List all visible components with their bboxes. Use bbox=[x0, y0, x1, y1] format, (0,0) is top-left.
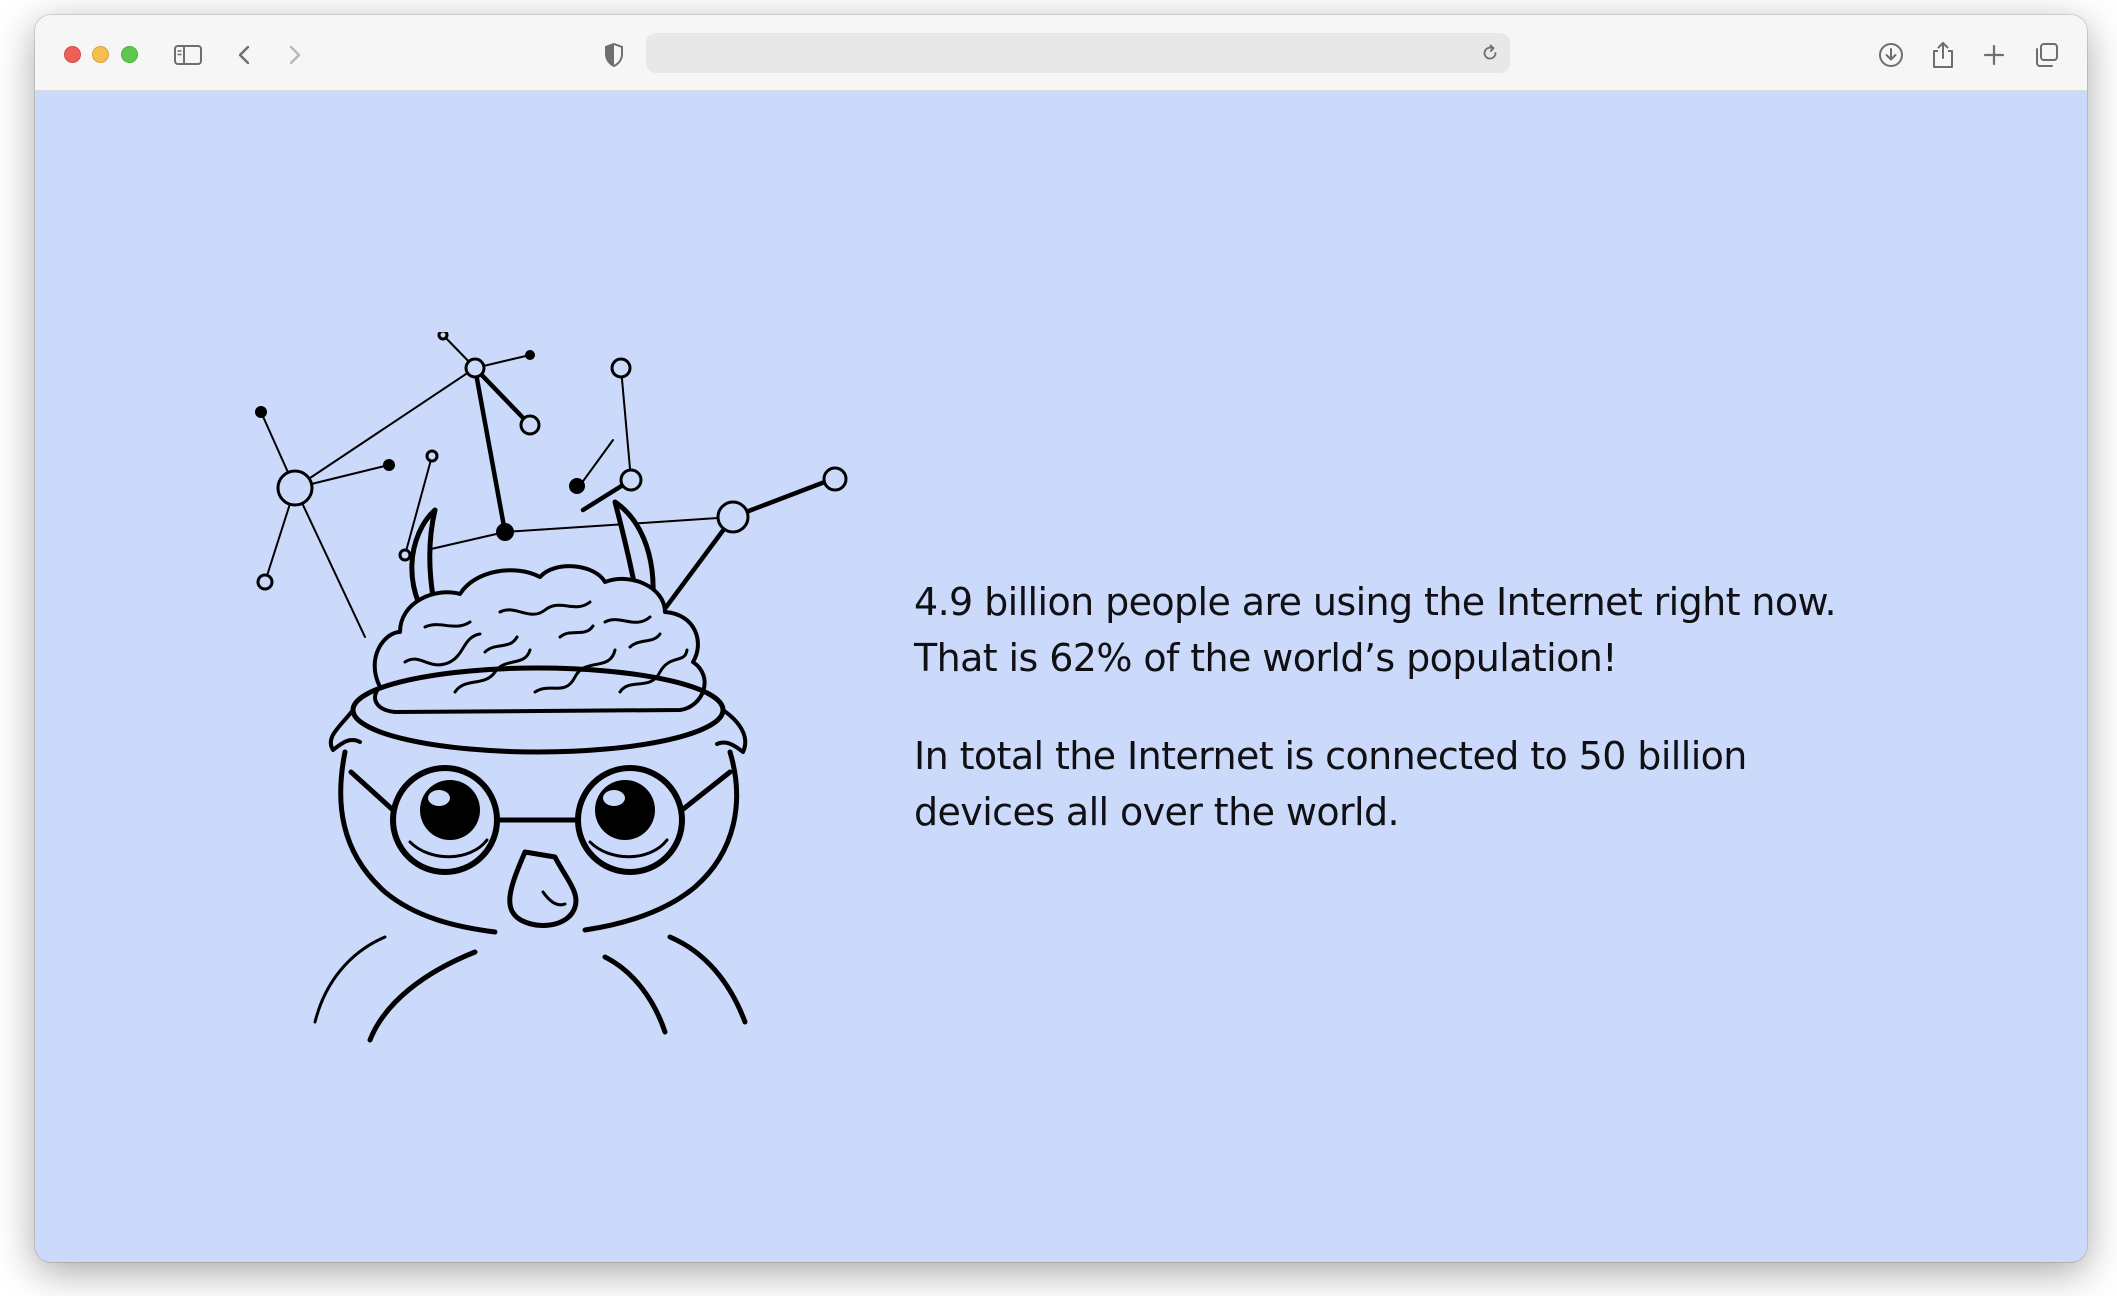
forward-icon[interactable] bbox=[278, 39, 310, 71]
internet-users-line-2: That is 62% of the world’s population! bbox=[914, 636, 1618, 680]
stats-text-block: 4.9 billion people are using the Interne… bbox=[914, 574, 1894, 882]
tab-overview-icon[interactable] bbox=[2030, 39, 2062, 71]
internet-users-line-1: 4.9 billion people are using the Interne… bbox=[914, 580, 1837, 624]
reload-icon[interactable] bbox=[1480, 43, 1500, 63]
connected-devices-line-1: In total the Internet is connected to 50… bbox=[914, 734, 1747, 778]
internet-users-paragraph: 4.9 billion people are using the Interne… bbox=[914, 574, 1894, 686]
close-window-button[interactable] bbox=[64, 46, 81, 63]
sidebar-toggle-icon[interactable] bbox=[172, 39, 204, 71]
maximize-window-button[interactable] bbox=[121, 46, 138, 63]
browser-toolbar bbox=[35, 15, 2087, 91]
address-input[interactable] bbox=[658, 33, 1458, 73]
address-bar[interactable] bbox=[646, 33, 1510, 73]
share-icon[interactable] bbox=[1927, 39, 1959, 71]
brain-network-owl-illustration bbox=[225, 329, 885, 1062]
minimize-window-button[interactable] bbox=[92, 46, 109, 63]
downloads-icon[interactable] bbox=[1875, 39, 1907, 71]
page-content: 4.9 billion people are using the Interne… bbox=[35, 92, 2087, 1262]
browser-window: 4.9 billion people are using the Interne… bbox=[35, 15, 2087, 1262]
privacy-shield-icon[interactable] bbox=[598, 39, 630, 71]
new-tab-icon[interactable] bbox=[1978, 39, 2010, 71]
connected-devices-paragraph: In total the Internet is connected to 50… bbox=[914, 728, 1894, 840]
back-icon[interactable] bbox=[229, 39, 261, 71]
connected-devices-line-2: devices all over the world. bbox=[914, 790, 1400, 834]
